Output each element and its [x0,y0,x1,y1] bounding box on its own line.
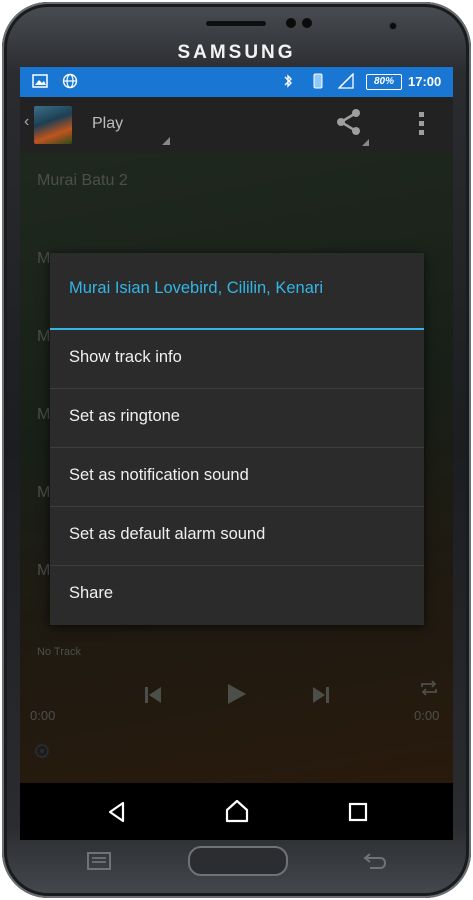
front-sensor [286,18,296,28]
earpiece-speaker [206,21,266,26]
menu-item-label: Set as default alarm sound [69,525,266,543]
spinner-indicator [162,137,170,145]
proximity-sensor [390,23,396,29]
menu-item-show-track-info[interactable]: Show track info [50,330,424,388]
menu-item-set-alarm-sound[interactable]: Set as default alarm sound [50,507,424,565]
back-nav-icon[interactable] [106,801,128,823]
home-nav-icon[interactable] [224,799,250,823]
front-camera [302,18,312,28]
menu-item-share[interactable]: Share [50,566,424,624]
globe-icon [62,73,78,89]
screen: 80% 17:00 ‹ Play Murai Batu 2 M M M M M … [20,67,453,840]
status-bar: 80% 17:00 [20,67,453,97]
recents-nav-icon[interactable] [347,801,369,823]
menu-item-label: Set as notification sound [69,466,249,484]
menu-item-set-ringtone[interactable]: Set as ringtone [50,389,424,447]
battery-icon: 80% [366,74,402,90]
overflow-menu-icon[interactable] [417,109,427,139]
image-notification-icon [32,74,48,88]
navigation-bar [20,783,453,840]
menu-item-set-notification-sound[interactable]: Set as notification sound [50,448,424,506]
back-icon[interactable]: ‹ [24,113,29,131]
menu-item-label: Share [69,584,114,602]
share-spinner-indicator [362,139,369,146]
action-bar: ‹ Play [20,97,453,153]
dialog-title: Murai Isian Lovebird, Cililin, Kenari [69,279,324,297]
brand-logo: SAMSUNG [177,42,296,63]
hardware-menu-key-icon[interactable] [86,851,112,871]
phone-vibrate-icon [313,73,323,89]
hardware-home-button[interactable] [188,846,288,876]
share-icon[interactable] [334,107,364,137]
menu-item-label: Set as ringtone [69,407,180,425]
hardware-back-key-icon[interactable] [362,851,388,871]
bluetooth-icon [284,74,292,88]
context-menu-dialog: Murai Isian Lovebird, Cililin, Kenari Sh… [50,253,424,625]
album-art[interactable] [34,106,72,144]
signal-icon [338,73,354,89]
clock: 17:00 [408,74,442,89]
menu-item-label: Show track info [69,348,182,366]
action-bar-title[interactable]: Play [92,115,123,133]
